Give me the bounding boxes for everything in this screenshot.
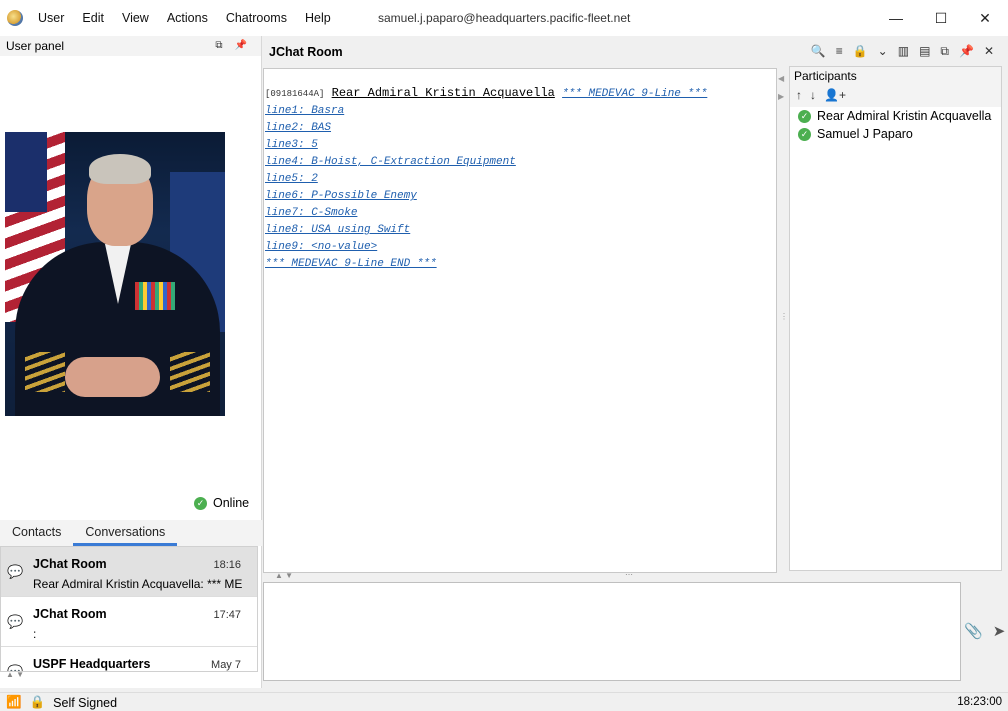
add-user-icon[interactable]: 👤+: [824, 88, 846, 104]
chat-bubble-icon: 💬: [7, 564, 24, 579]
message-line[interactable]: *** MEDEVAC 9-Line END ***: [265, 256, 776, 273]
details-icon[interactable]: ▤: [919, 44, 930, 59]
message-line[interactable]: line8: USA using Swift: [265, 222, 776, 239]
page-title: JChat Room: [269, 45, 343, 59]
user-panel-header: User panel ⧉ 📌: [0, 36, 261, 56]
list-item[interactable]: 💬 JChat Room 18:16 Rear Admiral Kristin …: [1, 547, 257, 597]
participants-title: Participants: [790, 67, 1001, 85]
online-check-icon: ✓: [798, 127, 811, 141]
close-icon[interactable]: ✕: [984, 44, 994, 59]
message-sender[interactable]: Rear Admiral Kristin Acquavella: [332, 86, 555, 100]
online-check-icon: ✓: [798, 109, 811, 123]
message-timestamp: [09181644A]: [265, 89, 325, 99]
window-title: samuel.j.paparo@headquarters.pacific-fle…: [378, 11, 631, 25]
list-item[interactable]: 💬 JChat Room 17:47 :: [1, 597, 257, 647]
message-line[interactable]: line4: B-Hoist, C-Extraction Equipment: [265, 154, 776, 171]
map-icon[interactable]: ▥: [898, 44, 909, 59]
user-panel: User panel ⧉ 📌 ✓ Online Contacts Convers…: [0, 36, 262, 688]
ribbons: [135, 282, 175, 310]
presence-status[interactable]: ✓ Online: [194, 496, 249, 510]
minimize-button[interactable]: —: [873, 0, 919, 36]
search-icon[interactable]: 🔍: [811, 44, 826, 59]
online-check-icon: ✓: [194, 496, 207, 510]
attach-icon[interactable]: 📎: [964, 622, 983, 640]
message-line[interactable]: line7: C-Smoke: [265, 205, 776, 222]
clock: 18:23:00: [957, 696, 1002, 708]
menu-bar: User Edit View Actions Chatrooms Help: [38, 11, 349, 25]
pin-icon[interactable]: 📌: [959, 44, 974, 59]
send-icon[interactable]: ➤: [993, 622, 1006, 640]
splitter-arrows-icon[interactable]: ▲ ▼: [6, 670, 24, 679]
lock-icon: 🔒: [29, 695, 46, 709]
message-line[interactable]: line6: P-Possible Enemy: [265, 188, 776, 205]
maximize-button[interactable]: ☐: [918, 0, 964, 36]
vertical-splitter[interactable]: ◀ ▶ ⋮: [777, 68, 788, 573]
left-tabs: Contacts Conversations: [0, 520, 262, 546]
send-controls: 📎 ➤: [964, 622, 1005, 640]
menu-edit[interactable]: Edit: [82, 11, 104, 25]
participants-panel: Participants ↑ ↓ 👤+ ✓ Rear Admiral Krist…: [789, 66, 1002, 571]
menu-user[interactable]: User: [38, 11, 64, 25]
message-link[interactable]: *** MEDEVAC 9-Line ***: [562, 88, 707, 100]
participant-item[interactable]: ✓ Rear Admiral Kristin Acquavella: [790, 107, 1001, 125]
message-header: [09181644A] Rear Admiral Kristin Acquave…: [265, 85, 776, 103]
app-logo-icon: [7, 10, 23, 26]
lock-icon[interactable]: 🔒: [853, 44, 868, 59]
presence-label: Online: [213, 496, 250, 510]
float-icon[interactable]: ⧉: [940, 44, 949, 59]
arrow-down-icon[interactable]: ↓: [810, 88, 816, 104]
list-item[interactable]: 💬 USPF Headquarters May 7: [1, 647, 257, 671]
arrow-up-icon[interactable]: ↑: [796, 88, 802, 104]
status-bar: 📶 🔒 Self Signed 18:23:00: [0, 692, 1008, 711]
chat-toolbar: 🔍 ≡ 🔒 ⌄ ▥ ▤ ⧉ 📌 ✕: [811, 44, 994, 59]
title-bar: User Edit View Actions Chatrooms Help sa…: [0, 0, 1008, 36]
user-panel-title: User panel: [6, 39, 65, 53]
chevron-down-icon[interactable]: ⌄: [878, 44, 888, 59]
chat-header: JChat Room 🔍 ≡ 🔒 ⌄ ▥ ▤ ⧉ 📌 ✕: [263, 42, 1008, 62]
conversation-list: 💬 JChat Room 18:16 Rear Admiral Kristin …: [0, 546, 258, 672]
message-line[interactable]: line3: 5: [265, 137, 776, 154]
signal-icon: 📶: [6, 695, 22, 709]
participant-item[interactable]: ✓ Samuel J Paparo: [790, 125, 1001, 143]
message-line[interactable]: line1: Basra: [265, 103, 776, 120]
chat-transcript[interactable]: [09181644A] Rear Admiral Kristin Acquave…: [263, 68, 777, 573]
close-button[interactable]: ✕: [962, 0, 1008, 36]
tab-conversations[interactable]: Conversations: [73, 520, 178, 546]
horizontal-splitter[interactable]: ▲ ▼ ⋯: [263, 570, 960, 581]
security-status: Self Signed: [53, 695, 118, 710]
format-icon[interactable]: ≡: [836, 44, 843, 59]
avatar: [5, 132, 225, 416]
chat-bubble-icon: 💬: [7, 614, 24, 629]
message-line[interactable]: line5: 2: [265, 171, 776, 188]
menu-help[interactable]: Help: [305, 11, 331, 25]
menu-actions[interactable]: Actions: [167, 11, 208, 25]
message-input[interactable]: [263, 582, 961, 681]
menu-view[interactable]: View: [122, 11, 149, 25]
participants-toolbar: ↑ ↓ 👤+: [790, 85, 1001, 107]
float-icon[interactable]: ⧉: [215, 40, 222, 51]
message-line[interactable]: line2: BAS: [265, 120, 776, 137]
menu-chatrooms[interactable]: Chatrooms: [226, 11, 287, 25]
tab-contacts[interactable]: Contacts: [0, 520, 73, 546]
pin-icon[interactable]: 📌: [235, 40, 247, 51]
message-line[interactable]: line9: <no-value>: [265, 239, 776, 256]
